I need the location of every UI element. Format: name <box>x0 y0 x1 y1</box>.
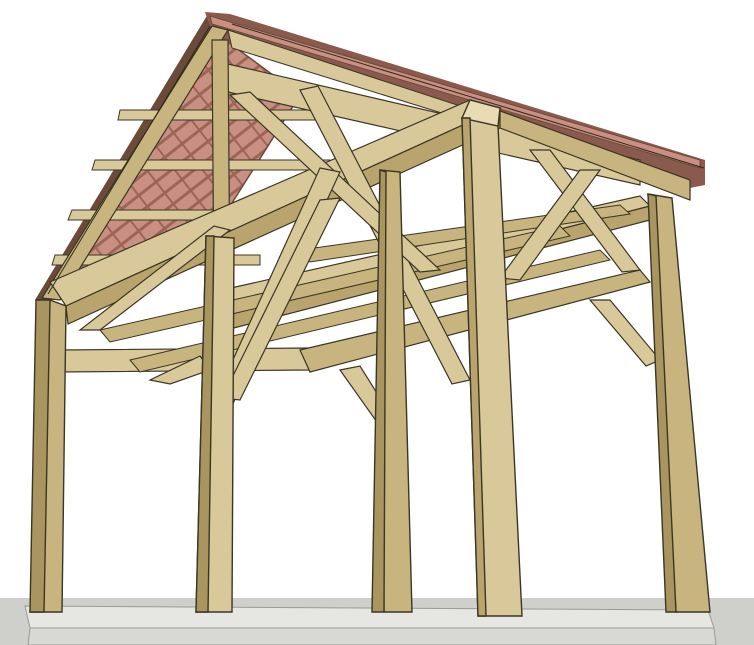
post-back-left <box>29 299 67 613</box>
pavilion-scene <box>0 0 754 645</box>
pavilion-drawing <box>0 0 754 645</box>
